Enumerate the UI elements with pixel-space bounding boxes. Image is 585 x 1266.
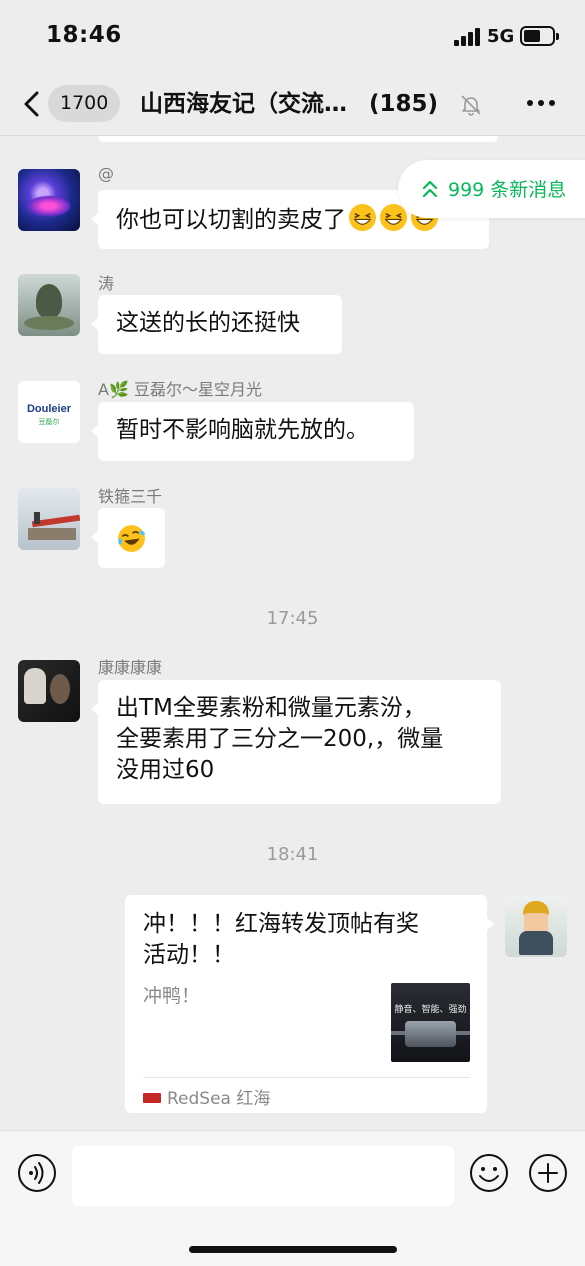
avatar[interactable] [18, 660, 80, 722]
sender-name: 铁箍三千 [98, 487, 163, 506]
avatar[interactable]: Douleier 豆磊尔 [18, 381, 80, 443]
brand-logo-sub: 豆磊尔 [38, 418, 60, 426]
input-bar [0, 1130, 585, 1266]
message-text-line: 没用过60 [116, 757, 215, 783]
network-type: 5G [487, 26, 515, 47]
time-divider: 18:41 [266, 844, 319, 865]
new-messages-button[interactable]: 999 条新消息 [398, 160, 585, 218]
sender-name: A🌿 豆磊尔～星空月光 [98, 380, 262, 399]
signal-icon [454, 28, 481, 46]
redsea-logo-icon [143, 1093, 161, 1103]
more-options-icon[interactable] [527, 100, 557, 108]
home-indicator[interactable] [189, 1246, 397, 1253]
member-count: (185) [369, 91, 439, 117]
card-title-line: 活动！！ [143, 942, 235, 968]
message-input[interactable] [72, 1146, 454, 1206]
message-text: 你也可以切割的卖皮了 [116, 207, 346, 233]
voice-input-icon[interactable] [17, 1153, 57, 1193]
message-text: 这送的长的还挺快 [116, 310, 300, 336]
crying-laughing-emoji-icon [118, 525, 145, 552]
message-text-line: 全要素用了三分之一200,，微量 [116, 726, 444, 752]
message-bubble[interactable]: 这送的长的还挺快 [91, 295, 342, 354]
previous-message-bubble [98, 136, 498, 142]
avatar[interactable] [18, 274, 80, 336]
time-divider: 17:45 [266, 608, 319, 629]
my-avatar[interactable] [505, 895, 567, 957]
back-chevron-icon[interactable] [20, 90, 46, 118]
sender-name: 涛 [98, 274, 115, 293]
sender-name: @ [98, 164, 114, 183]
unread-count-badge[interactable]: 1700 [48, 85, 121, 122]
card-source: RedSea 红海 [143, 1084, 270, 1115]
message-text: 暂时不影响脑就先放的。 [116, 417, 369, 443]
message-text-line: 出TM全要素粉和微量元素汾， [116, 695, 426, 721]
chat-header: 1700 山西海友记（交流… (185) [0, 72, 585, 136]
status-time: 18:46 [46, 22, 122, 48]
muted-bell-icon [461, 95, 481, 116]
message-list[interactable]: @ 你也可以切割的卖皮了 涛 这送的长的还挺快 Douleier 豆磊尔 A🌿 … [0, 136, 585, 1130]
battery-icon [520, 26, 559, 46]
status-bar: 18:46 5G [0, 0, 585, 72]
double-chevron-up-icon [422, 180, 438, 198]
group-name: 山西海友记（交流… [140, 91, 347, 117]
message-bubble[interactable]: 出TM全要素粉和微量元素汾， 全要素用了三分之一200,，微量 没用过60 [91, 680, 501, 804]
chat-title[interactable]: 山西海友记（交流… (185) [140, 88, 438, 120]
sender-name: 康康康康 [98, 658, 163, 677]
card-source-label: RedSea 红海 [167, 1089, 271, 1109]
emoji-picker-icon[interactable] [469, 1153, 509, 1193]
avatar[interactable] [18, 169, 80, 231]
new-messages-label: 999 条新消息 [448, 179, 567, 201]
card-title-line: 冲！！！红海转发顶帖有奖 [143, 911, 419, 937]
message-bubble[interactable] [91, 508, 165, 568]
card-thumbnail: 静音、智能、强劲 [391, 983, 470, 1062]
message-bubble[interactable]: 暂时不影响脑就先放的。 [91, 402, 414, 461]
grinning-squint-emoji-icon [348, 203, 377, 232]
card-description: 冲鸭！ [143, 985, 201, 1007]
more-actions-plus-icon[interactable] [528, 1153, 568, 1193]
shared-link-card[interactable]: 冲！！！红海转发顶帖有奖 活动！！ 冲鸭！ 静音、智能、强劲 RedSea 红海 [125, 895, 494, 1115]
card-divider [143, 1077, 470, 1078]
avatar[interactable] [18, 488, 80, 550]
brand-logo: Douleier [26, 403, 71, 415]
